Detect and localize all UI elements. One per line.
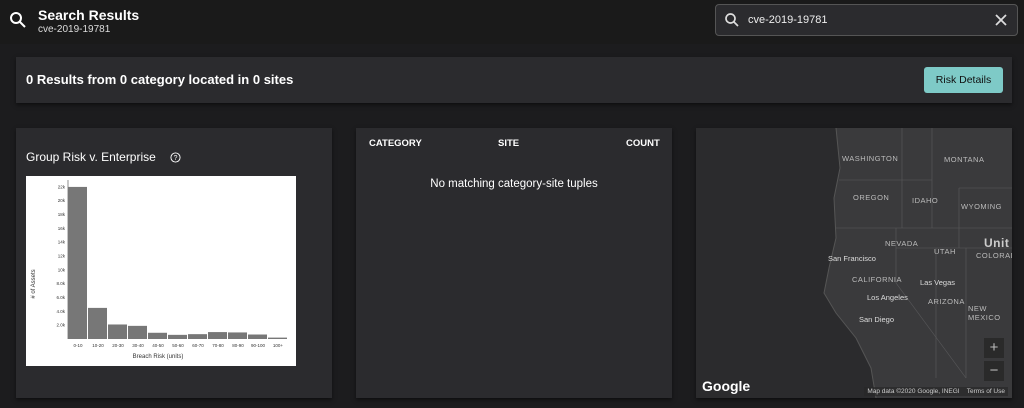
x-tick-label: 10-20 <box>92 343 104 348</box>
histogram-bar[interactable] <box>268 337 287 339</box>
zoom-in-button[interactable]: + <box>984 338 1004 358</box>
page-subtitle: cve-2019-19781 <box>38 24 111 35</box>
y-tick-label: 18k <box>58 212 66 217</box>
histogram-bar[interactable] <box>208 332 227 339</box>
y-tick-label: 22k <box>58 184 66 189</box>
results-summary-bar: 0 Results from 0 category located in 0 s… <box>16 57 1012 103</box>
map-label-colorado: COLORADO <box>976 251 1012 260</box>
histogram-bar[interactable] <box>168 334 187 339</box>
empty-table-message: No matching category-site tuples <box>430 178 598 190</box>
y-tick-label: 8.0k <box>56 281 65 286</box>
x-tick-label: 90-100 <box>251 343 266 348</box>
zoom-out-button[interactable]: − <box>984 361 1004 381</box>
x-axis-label: Breach Risk (units) <box>133 354 184 360</box>
search-icon[interactable] <box>8 10 28 30</box>
risk-card: Group Risk v. Enterprise ? # of Assets B… <box>16 128 332 398</box>
x-tick-label: 80-90 <box>232 343 244 348</box>
map-label-idaho: IDAHO <box>912 196 939 205</box>
histogram-bar[interactable] <box>188 334 207 339</box>
map-attribution: Map data ©2020 Google, INEGI Terms of Us… <box>864 387 1008 396</box>
map-label-arizona: ARIZONA <box>928 297 965 306</box>
histogram-bar[interactable] <box>108 324 127 339</box>
map-label-los-angeles: Los Angeles <box>867 293 908 302</box>
results-table-card: CATEGORY SITE COUNT No matching category… <box>356 128 672 398</box>
map-label-california: CALIFORNIA <box>852 275 903 284</box>
map-card[interactable]: WASHINGTON MONTANA OREGON IDAHO WYOMING … <box>696 128 1012 398</box>
map-terrain <box>696 128 1012 398</box>
y-axis-label: # of Assets <box>31 269 37 298</box>
x-tick-label: 30-40 <box>132 343 144 348</box>
map-label-utah: UTAH <box>934 247 956 256</box>
y-tick-label: 10k <box>58 267 66 272</box>
page-title: Search Results <box>38 7 140 23</box>
y-tick-label: 6.0k <box>56 295 65 300</box>
x-tick-label: 70-80 <box>212 343 224 348</box>
risk-card-title: Group Risk v. Enterprise <box>26 150 156 164</box>
map-label-nevada: NEVADA <box>885 239 919 248</box>
risk-histogram-chart: # of Assets Breach Risk (units) 2.0k 4.0k… <box>26 176 296 366</box>
x-tick-label: 60-70 <box>192 343 204 348</box>
map-label-san-francisco: San Francisco <box>828 254 876 263</box>
histogram-bar[interactable] <box>248 334 267 339</box>
map-label-oregon: OREGON <box>853 193 890 202</box>
help-icon[interactable]: ? <box>170 152 181 163</box>
search-icon <box>725 13 739 27</box>
close-icon[interactable] <box>993 12 1009 28</box>
map-label-united-states: Unit <box>984 236 1010 250</box>
y-tick-label: 16k <box>58 226 66 231</box>
x-tick-label: 20-30 <box>112 343 124 348</box>
histogram-bar[interactable] <box>68 186 87 339</box>
x-tick-label: 40-50 <box>152 343 164 348</box>
google-logo: Google <box>702 378 751 394</box>
terms-of-use-link[interactable]: Terms of Use <box>967 388 1005 395</box>
column-header-site[interactable]: SITE <box>498 138 519 149</box>
histogram-bar[interactable] <box>88 307 107 339</box>
map-label-wyoming: WYOMING <box>961 202 1002 211</box>
x-tick-label: 0-10 <box>73 343 83 348</box>
histogram-bar[interactable] <box>148 332 167 339</box>
column-header-category[interactable]: CATEGORY <box>369 138 422 149</box>
column-header-count[interactable]: COUNT <box>626 138 660 149</box>
search-input[interactable] <box>748 11 978 29</box>
histogram-bar[interactable] <box>128 325 147 339</box>
histogram-bar[interactable] <box>228 332 247 339</box>
map-label-washington: WASHINGTON <box>842 154 899 163</box>
results-summary-text: 0 Results from 0 category located in 0 s… <box>26 72 294 87</box>
map-label-montana: MONTANA <box>944 155 985 164</box>
x-tick-label: 100+ <box>273 343 284 348</box>
y-tick-label: 12k <box>58 254 66 259</box>
y-tick-label: 4.0k <box>56 309 65 314</box>
y-tick-label: 20k <box>58 198 66 203</box>
top-bar: Search Results cve-2019-19781 <box>0 0 1024 44</box>
map-label-las-vegas: Las Vegas <box>920 278 956 287</box>
x-tick-label: 50-60 <box>172 343 184 348</box>
search-box <box>715 4 1018 36</box>
map-label-san-diego: San Diego <box>859 315 895 324</box>
map-label-new-mexico: NEW MEXICO <box>968 304 1001 322</box>
y-tick-label: 2.0k <box>56 323 65 328</box>
map-data-credit[interactable]: Map data ©2020 Google, INEGI <box>867 388 959 395</box>
y-tick-label: 14k <box>58 240 66 245</box>
svg-text:?: ? <box>174 155 178 162</box>
risk-details-button[interactable]: Risk Details <box>924 67 1003 93</box>
